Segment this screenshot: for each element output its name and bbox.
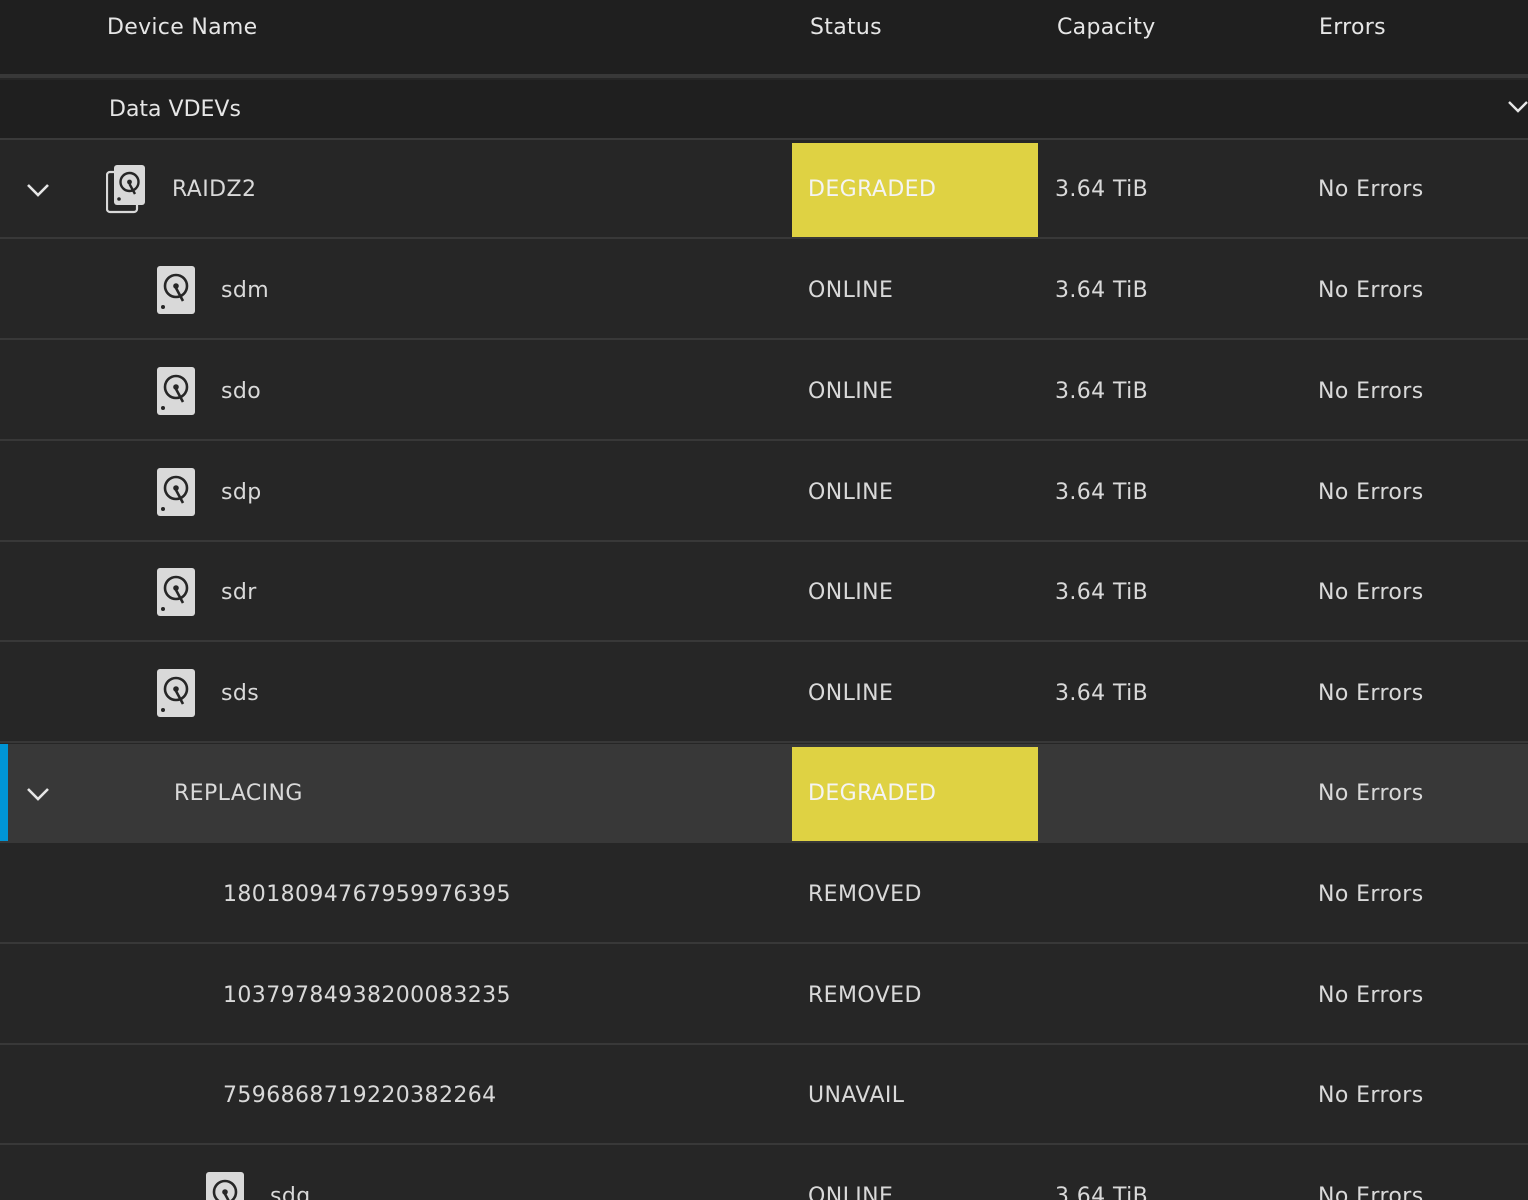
errors-value: No Errors [1318,882,1424,907]
errors-value: No Errors [1318,983,1424,1008]
errors-value: No Errors [1318,781,1424,806]
device-name: sdm [221,278,270,303]
errors-value: No Errors [1318,580,1424,605]
pool-devices-table: Device Name Status Capacity Errors Data … [0,0,1528,1200]
table-row[interactable]: sdr ONLINE 3.64 TiB No Errors [0,543,1528,642]
table-row[interactable]: sds ONLINE 3.64 TiB No Errors [0,644,1528,743]
column-header-status[interactable]: Status [810,0,882,56]
section-label: Data VDEVs [109,97,241,122]
device-name: sdo [221,379,262,404]
chevron-down-icon[interactable] [1506,96,1528,118]
chevron-down-icon[interactable] [26,178,50,202]
device-name: sdq [270,1184,311,1200]
capacity-value: 3.64 TiB [1055,379,1149,404]
hard-disk-icon [157,669,195,717]
status-text: ONLINE [808,379,894,404]
capacity-value: 3.64 TiB [1055,681,1149,706]
status-text: UNAVAIL [808,1083,905,1108]
errors-value: No Errors [1318,681,1424,706]
device-name: 10379784938200083235 [223,983,511,1008]
status-text: REMOVED [808,983,922,1008]
hard-disk-icon [206,1172,244,1200]
hard-disk-icon [157,468,195,516]
capacity-value: 3.64 TiB [1055,580,1149,605]
device-name: REPLACING [174,781,303,806]
status-text: ONLINE [808,681,894,706]
capacity-value: 3.64 TiB [1055,177,1149,202]
errors-value: No Errors [1318,379,1424,404]
chevron-down-icon[interactable] [26,782,50,806]
disk-stack-icon [106,165,145,214]
table-row[interactable]: sdq ONLINE 3.64 TiB No Errors [0,1147,1528,1200]
table-row[interactable]: 18018094767959976395 REMOVED No Errors [0,845,1528,944]
status-text: ONLINE [808,480,894,505]
capacity-value: 3.64 TiB [1055,1184,1149,1200]
status-text: ONLINE [808,278,894,303]
status-text: ONLINE [808,580,894,605]
table-row[interactable]: 7596868719220382264 UNAVAIL No Errors [0,1046,1528,1145]
status-text: DEGRADED [808,781,937,806]
table-row[interactable]: RAIDZ2 DEGRADED 3.64 TiB No Errors [0,140,1528,239]
column-header-errors[interactable]: Errors [1319,0,1386,56]
table-header: Device Name Status Capacity Errors [0,0,1528,78]
capacity-value: 3.64 TiB [1055,480,1149,505]
capacity-value: 3.64 TiB [1055,278,1149,303]
status-badge: DEGRADED [792,143,1038,237]
errors-value: No Errors [1318,1083,1424,1108]
table-row[interactable]: sdp ONLINE 3.64 TiB No Errors [0,443,1528,542]
status-text: DEGRADED [808,177,937,202]
device-name: 7596868719220382264 [223,1083,497,1108]
section-data-vdevs[interactable]: Data VDEVs [0,80,1528,140]
errors-value: No Errors [1318,177,1424,202]
table-row[interactable]: 10379784938200083235 REMOVED No Errors [0,946,1528,1045]
errors-value: No Errors [1318,1184,1424,1200]
device-name: RAIDZ2 [172,177,257,202]
device-name: sdp [221,480,262,505]
table-row[interactable]: sdo ONLINE 3.64 TiB No Errors [0,342,1528,441]
errors-value: No Errors [1318,480,1424,505]
table-row[interactable]: sdm ONLINE 3.64 TiB No Errors [0,241,1528,340]
column-header-capacity[interactable]: Capacity [1057,0,1156,56]
hard-disk-icon [157,568,195,616]
device-name: 18018094767959976395 [223,882,511,907]
device-name: sds [221,681,260,706]
status-badge: DEGRADED [792,747,1038,841]
status-text: REMOVED [808,882,922,907]
device-name: sdr [221,580,257,605]
table-row-selected[interactable]: REPLACING DEGRADED No Errors [0,744,1528,843]
hard-disk-icon [157,367,195,415]
column-header-device-name[interactable]: Device Name [107,0,257,56]
hard-disk-icon [157,266,195,314]
selection-indicator [0,744,8,841]
status-text: ONLINE [808,1184,894,1200]
errors-value: No Errors [1318,278,1424,303]
